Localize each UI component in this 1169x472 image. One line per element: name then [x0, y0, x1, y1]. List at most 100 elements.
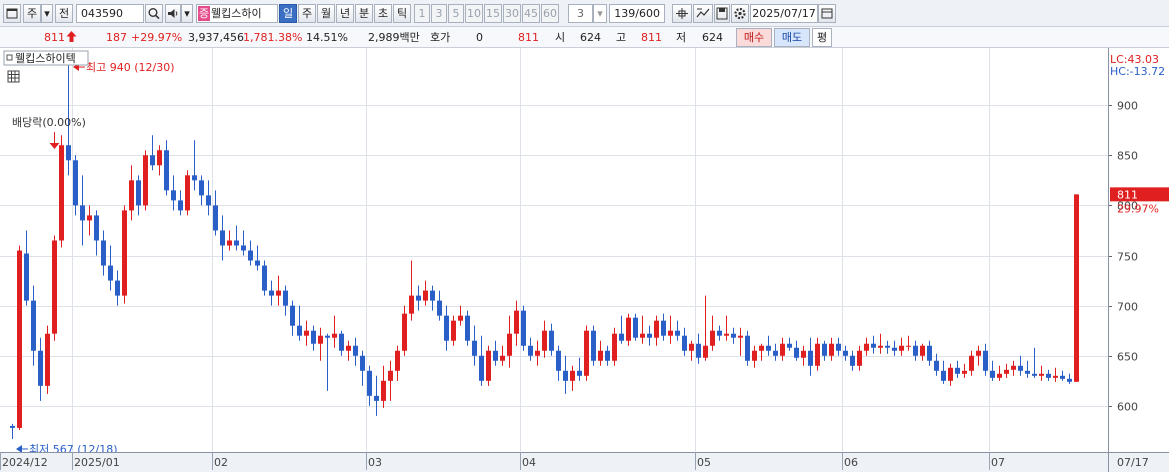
up-arrow-icon [66, 30, 77, 47]
crosshair-icon[interactable] [672, 4, 692, 23]
candle-body [780, 343, 785, 356]
candle-body [199, 180, 204, 196]
gear-icon[interactable] [731, 4, 749, 23]
candle-body [633, 317, 638, 338]
save-icon[interactable] [714, 4, 730, 23]
period-1[interactable]: 1 [414, 4, 430, 23]
candle-body [850, 355, 855, 366]
window-icon[interactable] [3, 4, 21, 23]
candle-body [122, 210, 127, 296]
period-60[interactable]: 60 [541, 4, 559, 23]
candle-body [738, 335, 743, 338]
candle-body [416, 295, 421, 301]
period-30[interactable]: 30 [503, 4, 521, 23]
candle-body [465, 315, 470, 341]
candle-body [584, 330, 589, 376]
buy-button[interactable]: 매수 [736, 28, 772, 47]
chevron-down-icon[interactable]: ▾ [593, 4, 607, 23]
candle-body [458, 315, 463, 321]
candle-body [843, 350, 848, 356]
period-button[interactable]: 전 [55, 4, 73, 23]
period-10[interactable]: 10 [465, 4, 483, 23]
candle-body [444, 315, 449, 341]
high-price: 811 [641, 31, 662, 44]
candle-body [24, 253, 29, 301]
candle-body [612, 333, 617, 361]
candle-body [353, 345, 358, 356]
candle-body [829, 343, 834, 356]
candle-body [395, 350, 400, 371]
candle-body [276, 290, 281, 296]
period-15[interactable]: 15 [484, 4, 502, 23]
sell-button[interactable]: 매도 [774, 28, 810, 47]
last-price-label: 811 [1117, 188, 1138, 201]
stock-badge: 증 [198, 6, 210, 21]
speaker-icon[interactable] [165, 4, 181, 23]
candle-body [619, 333, 624, 341]
tab-6[interactable]: 틱 [393, 4, 411, 23]
candle-body [766, 345, 771, 351]
amount: 2,989백만 [368, 31, 420, 44]
candle-body [731, 333, 736, 338]
tab-4[interactable]: 분 [355, 4, 373, 23]
candle-body [451, 320, 456, 341]
sell-label: 매도 [781, 31, 803, 44]
date-field[interactable]: 2025/07/17 [750, 4, 818, 23]
candle-body [836, 343, 841, 351]
candle-body [563, 370, 568, 381]
candle-body [815, 343, 820, 366]
candle-body [577, 370, 582, 376]
interval-select[interactable]: 3 [568, 4, 593, 23]
candle-body [423, 290, 428, 301]
candle-body [1011, 365, 1016, 370]
tab-0[interactable]: 일 [279, 4, 297, 23]
candle-body [997, 373, 1002, 378]
candle-body [668, 330, 673, 336]
change-percent: +29.97% [131, 31, 183, 44]
y-tick-label: 750 [1117, 251, 1138, 264]
tab-5[interactable]: 초 [374, 4, 392, 23]
candle-body [654, 320, 659, 338]
type-label: 주 [26, 7, 38, 20]
avg-button[interactable]: 평 [812, 28, 832, 47]
candle-body [206, 195, 211, 206]
period-5[interactable]: 5 [448, 4, 464, 23]
tab-2[interactable]: 월 [317, 4, 335, 23]
type-select[interactable]: 주 [23, 4, 41, 23]
candle-body [66, 145, 71, 161]
candle-body [675, 330, 680, 336]
tab-1[interactable]: 주 [298, 4, 316, 23]
volume-percent: 1,781.38% [243, 31, 303, 44]
candle-body [745, 335, 750, 361]
candle-body [591, 330, 596, 361]
x-tick-label: 05 [697, 456, 711, 469]
x-tick-label: 02 [214, 456, 228, 469]
candle-body [73, 160, 78, 206]
candle-body [759, 345, 764, 351]
code-input[interactable]: 043590 [76, 4, 144, 23]
y-tick-label: 600 [1117, 401, 1138, 414]
hoga-price: 811 [518, 31, 539, 44]
period-3[interactable]: 3 [431, 4, 447, 23]
open-price: 624 [580, 31, 601, 44]
x-tick-label: 06 [844, 456, 858, 469]
search-icon[interactable] [145, 4, 163, 23]
candle-body [808, 350, 813, 366]
high-label: 고 [616, 31, 627, 44]
dividend-annotation: 배당락(0.00%) [12, 116, 86, 129]
grid-toggle-icon[interactable] [7, 70, 20, 83]
calendar-icon[interactable] [818, 4, 836, 23]
chevron-down-icon[interactable]: ▾ [41, 4, 53, 23]
candlestick-chart[interactable]: 최고 940 (12/30) 최저 567 (12/18) 배당락(0.00%) 6… [0, 48, 1169, 472]
period-45[interactable]: 45 [522, 4, 540, 23]
tab-3[interactable]: 년 [336, 4, 354, 23]
chevron-down-icon[interactable]: ▾ [181, 4, 193, 23]
candle-body [703, 345, 708, 358]
candle-body [1025, 370, 1030, 374]
draw-line-icon[interactable] [693, 4, 713, 23]
hoga-label: 호가 [430, 31, 451, 44]
candle-body [311, 330, 316, 344]
toolbar: 주 ▾ 전 043590 ▾ 증 웰킵스하이 일주월년분초틱 1 3 5 10 15 30 4… [0, 0, 1169, 27]
candle-body [115, 280, 120, 296]
stock-name-box[interactable]: 증 웰킵스하이 [196, 4, 278, 23]
